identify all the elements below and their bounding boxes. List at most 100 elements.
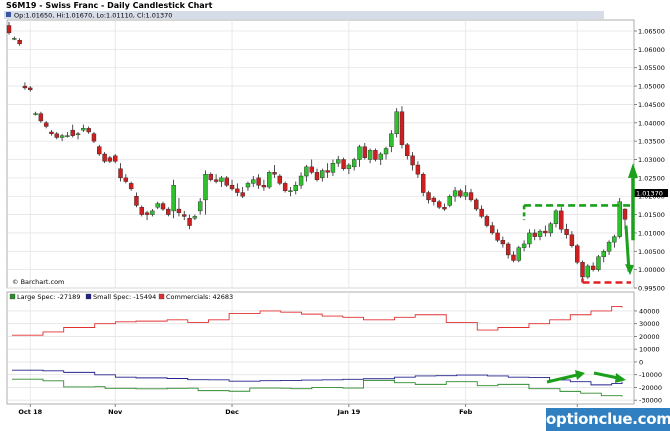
candle-body — [559, 210, 564, 230]
candle-body — [612, 236, 617, 243]
candle-body — [415, 164, 421, 175]
candle-body — [511, 254, 516, 261]
candle-body — [70, 129, 75, 136]
chart-title: S6M19 - Swiss Franc - Daily Candlestick … — [6, 1, 213, 10]
price-tick-label: 1.00000 — [638, 266, 665, 274]
cot-tick-label: 30000 — [639, 320, 660, 328]
candle-body — [102, 153, 107, 162]
candle-body — [33, 113, 38, 115]
candle-body — [442, 207, 447, 210]
price-axis: 1.06500 1.06000 1.05500 1.05000 1.04500 1.040… — [634, 28, 665, 293]
legend-swatch — [158, 293, 165, 300]
candle-body — [182, 214, 187, 217]
candle-body — [203, 173, 208, 201]
candle-body — [421, 173, 426, 193]
last-price-label: 1.01370 — [636, 190, 663, 198]
candle-body — [527, 232, 532, 245]
chart-canvas: S6M19 - Swiss Franc - Daily Candlestick … — [0, 0, 670, 431]
candle-body — [304, 166, 309, 177]
candle-body — [38, 113, 44, 122]
candle-body — [107, 157, 113, 162]
candle-body — [383, 148, 389, 155]
candle-body — [436, 201, 442, 208]
candle-body — [410, 155, 415, 166]
candle-body — [590, 265, 596, 270]
x-tick-label: Nov — [108, 408, 123, 416]
candle-body — [17, 39, 22, 45]
candle-body — [113, 155, 118, 162]
legend-label: Small Spec: -15494 — [93, 293, 156, 301]
candle-body — [118, 168, 123, 179]
ohlc-info: Op:1.01650, Hi:1.01670, Lo:1.01110, Cl:1… — [14, 12, 172, 20]
candle-body — [378, 153, 383, 160]
candle-body — [166, 208, 171, 215]
candle-body — [351, 159, 357, 168]
candle-body — [399, 111, 405, 146]
candle-body — [81, 128, 86, 131]
candle-body — [463, 192, 468, 197]
candle-body — [288, 190, 293, 192]
candle-body — [150, 210, 155, 215]
candle-body — [479, 208, 484, 217]
legend-swatch — [9, 293, 16, 300]
price-tick-label: 1.06500 — [638, 28, 665, 36]
candle-body — [282, 183, 288, 191]
price-tick-label: 1.00500 — [638, 248, 665, 256]
candle-body — [389, 133, 394, 147]
candle-body — [240, 192, 245, 197]
price-tick-label: 1.03000 — [638, 156, 665, 164]
candle-body — [65, 135, 70, 137]
candle-body — [139, 207, 144, 215]
price-tick-label: 1.06000 — [638, 46, 665, 54]
info-box-icon — [6, 12, 11, 17]
candle-body — [229, 185, 235, 190]
candle-body — [144, 212, 150, 215]
candle-body — [54, 133, 59, 138]
candle-body — [543, 230, 548, 234]
price-tick-label: 1.01000 — [638, 229, 665, 237]
candle-body — [256, 177, 261, 186]
candle-body — [426, 192, 431, 201]
candle-body — [431, 197, 437, 202]
candle-body — [49, 131, 54, 135]
candle-body — [176, 208, 182, 213]
cot-tick-label: -30000 — [639, 397, 662, 405]
candle-body — [219, 177, 224, 182]
candle-body — [357, 146, 362, 160]
candle-body — [505, 243, 511, 256]
cot-tick-label: 40000 — [639, 307, 660, 315]
candle-body — [606, 241, 612, 252]
candle-body — [75, 133, 81, 136]
candle-body — [208, 173, 213, 180]
candle-body — [622, 208, 628, 220]
candle-body — [298, 175, 304, 186]
candle-body — [123, 177, 129, 182]
candle-body — [261, 185, 267, 188]
candle-body — [171, 185, 176, 212]
candle-body — [548, 223, 553, 234]
legend-label: Large Spec: -27189 — [17, 293, 80, 301]
candle-body — [134, 196, 139, 206]
candle-body — [6, 25, 12, 34]
candle-body — [575, 245, 580, 263]
candle-body — [213, 179, 219, 182]
candle-body — [91, 133, 97, 142]
candle-body — [22, 85, 28, 89]
candle-body — [314, 172, 320, 180]
candle-body — [336, 159, 341, 164]
candle-body — [28, 87, 33, 90]
cot-tick-label: 0 — [639, 358, 643, 366]
candle-body — [12, 38, 17, 40]
candle-body — [155, 203, 160, 208]
candle-body — [341, 159, 346, 169]
candle-body — [394, 111, 399, 135]
candle-body — [330, 162, 336, 173]
candle-body — [362, 146, 367, 158]
candle-body — [251, 179, 256, 184]
candle-body — [585, 265, 591, 278]
legend-label: Commercials: 42683 — [166, 293, 233, 301]
candle-body — [97, 146, 102, 155]
candle-body — [367, 150, 373, 160]
cot-tick-label: -20000 — [639, 384, 662, 392]
candle-body — [405, 144, 410, 157]
